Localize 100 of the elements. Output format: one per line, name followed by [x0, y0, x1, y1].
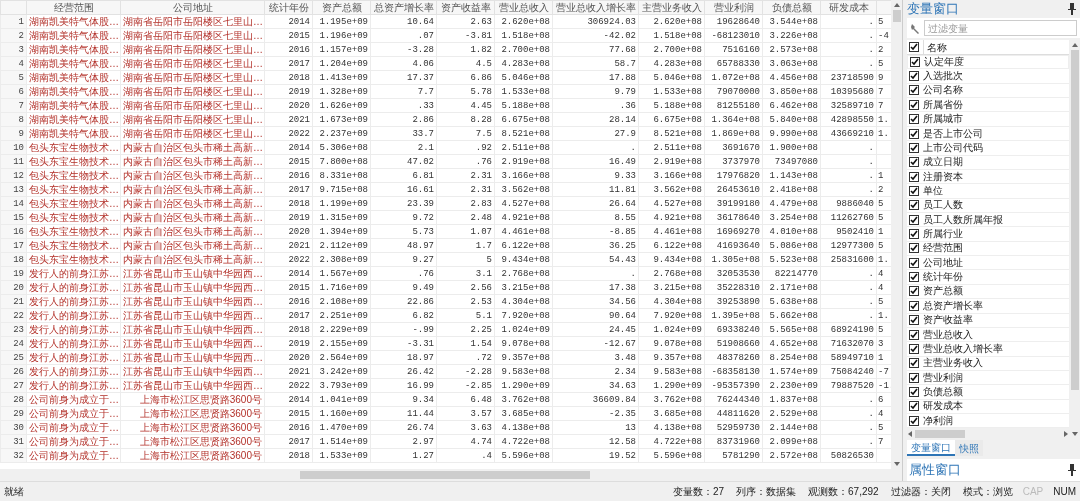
- column-header[interactable]: 主营业务收入: [638, 0, 705, 15]
- scroll-thumb[interactable]: [915, 429, 965, 438]
- scroll-thumb[interactable]: [1070, 50, 1079, 390]
- checkbox[interactable]: [909, 358, 919, 369]
- column-header[interactable]: 营业总收入: [494, 0, 553, 15]
- column-header[interactable]: 资产总额: [312, 0, 371, 15]
- vertical-scrollbar[interactable]: [1069, 40, 1080, 439]
- variable-item[interactable]: 所属省份: [907, 98, 1069, 113]
- variable-item[interactable]: 所属行业: [907, 227, 1069, 242]
- scroll-down-icon[interactable]: [1071, 431, 1078, 437]
- variable-name: 总资产增长率: [923, 299, 983, 312]
- variable-item[interactable]: 主营业务收入: [907, 356, 1069, 371]
- variable-item[interactable]: 资产收益率: [907, 313, 1069, 328]
- table-cell: 1.716e+09: [312, 280, 371, 295]
- checkbox[interactable]: [909, 142, 919, 153]
- column-header[interactable]: 资产收益率: [436, 0, 495, 15]
- checkbox[interactable]: [909, 185, 919, 196]
- table-cell: 6.82: [370, 308, 437, 323]
- filter-field[interactable]: 过滤变量: [924, 20, 1077, 36]
- table-cell: 3.762e+08: [494, 392, 553, 407]
- checkbox[interactable]: [909, 372, 919, 383]
- variable-item[interactable]: 员工人数所属年报: [907, 213, 1069, 228]
- checkbox[interactable]: [909, 128, 919, 139]
- variable-item[interactable]: 营业总收入增长率: [907, 342, 1069, 357]
- table-cell: 3.063e+08: [762, 56, 821, 71]
- checkbox[interactable]: [909, 42, 919, 52]
- pin-icon[interactable]: [1068, 3, 1076, 15]
- column-header[interactable]: 负债总额: [762, 0, 821, 15]
- variable-item[interactable]: 负债总额: [907, 385, 1069, 400]
- table-cell: 2.34: [552, 364, 639, 379]
- table-cell: 9.72: [370, 210, 437, 225]
- checkbox[interactable]: [909, 315, 919, 326]
- table-cell: 2.418e+08: [762, 182, 821, 197]
- scroll-thumb[interactable]: [892, 10, 901, 22]
- variable-item[interactable]: 营业利润: [907, 370, 1069, 386]
- table-cell: 1.160e+09: [312, 406, 371, 421]
- variable-item[interactable]: 经营范围: [907, 241, 1069, 257]
- scroll-thumb[interactable]: [300, 471, 590, 479]
- column-header[interactable]: 经营范围: [26, 0, 121, 15]
- variable-name: 资产收益率: [923, 314, 973, 327]
- scroll-down-icon[interactable]: [893, 461, 900, 467]
- column-header[interactable]: 总资产增长率: [370, 0, 437, 15]
- checkbox[interactable]: [909, 171, 919, 182]
- checkbox[interactable]: [909, 114, 919, 125]
- variable-item[interactable]: 员工人数: [907, 198, 1069, 213]
- variable-item[interactable]: 营业总收入: [907, 327, 1069, 343]
- checkbox[interactable]: [909, 99, 919, 110]
- variable-item[interactable]: 成立日期: [907, 155, 1069, 170]
- variable-item[interactable]: 入选批次: [907, 69, 1069, 84]
- scroll-left-icon[interactable]: [907, 430, 913, 437]
- variable-item[interactable]: 注册资本: [907, 169, 1069, 185]
- panel-tab[interactable]: 变量窗口: [907, 440, 955, 456]
- horizontal-scrollbar[interactable]: [907, 428, 1069, 440]
- variable-item[interactable]: 总资产增长率: [907, 299, 1069, 314]
- column-header[interactable]: 营业总收入增长率: [552, 0, 639, 15]
- table-cell: -3.31: [370, 336, 437, 351]
- checkbox[interactable]: [909, 386, 919, 397]
- scroll-up-icon[interactable]: [1071, 42, 1078, 48]
- variable-item[interactable]: 统计年份: [907, 270, 1069, 285]
- table-cell: 4.461e+08: [494, 224, 553, 239]
- variable-item[interactable]: 单位: [907, 184, 1069, 199]
- checkbox[interactable]: [909, 71, 919, 82]
- column-header[interactable]: 营业利润: [704, 0, 763, 15]
- table-cell: 51908660: [704, 336, 763, 351]
- checkbox[interactable]: [909, 157, 919, 168]
- variable-item[interactable]: 认定年度: [907, 55, 1069, 70]
- variable-item[interactable]: 是否上市公司: [907, 126, 1069, 142]
- column-header[interactable]: 名称: [923, 39, 947, 55]
- checkbox[interactable]: [909, 300, 919, 311]
- checkbox[interactable]: [909, 200, 919, 211]
- table-cell: 9.434e+08: [494, 252, 553, 267]
- checkbox[interactable]: [909, 214, 919, 225]
- scroll-up-icon[interactable]: [893, 2, 900, 8]
- checkbox[interactable]: [909, 415, 919, 426]
- table-cell: 4.010e+08: [762, 224, 821, 239]
- checkbox[interactable]: [909, 343, 919, 354]
- variable-item[interactable]: 资产总额: [907, 284, 1069, 300]
- table-cell-text: -4: [877, 29, 890, 42]
- panel-tab[interactable]: 快照: [955, 440, 983, 456]
- column-header[interactable]: 研发成本: [820, 0, 877, 15]
- checkbox[interactable]: [909, 85, 919, 96]
- column-header[interactable]: 统计年份: [264, 0, 313, 15]
- horizontal-scrollbar[interactable]: [0, 469, 902, 481]
- checkbox[interactable]: [910, 57, 920, 68]
- variable-item[interactable]: 所属城市: [907, 112, 1069, 127]
- column-header[interactable]: 公司地址: [120, 0, 265, 15]
- checkbox[interactable]: [909, 286, 919, 297]
- variable-item[interactable]: 公司地址: [907, 256, 1069, 271]
- checkbox[interactable]: [909, 401, 919, 412]
- variable-item[interactable]: 研发成本: [907, 399, 1069, 414]
- checkbox[interactable]: [909, 272, 919, 283]
- checkbox[interactable]: [909, 243, 919, 254]
- pin-icon[interactable]: [1068, 464, 1076, 476]
- checkbox[interactable]: [909, 229, 919, 239]
- table-cell: 2.768e+08: [638, 266, 705, 281]
- variable-item[interactable]: 上市公司代码: [907, 141, 1069, 156]
- variable-item[interactable]: 公司名称: [907, 83, 1069, 99]
- vertical-scrollbar[interactable]: [891, 0, 902, 469]
- checkbox[interactable]: [909, 329, 919, 340]
- checkbox[interactable]: [909, 257, 919, 268]
